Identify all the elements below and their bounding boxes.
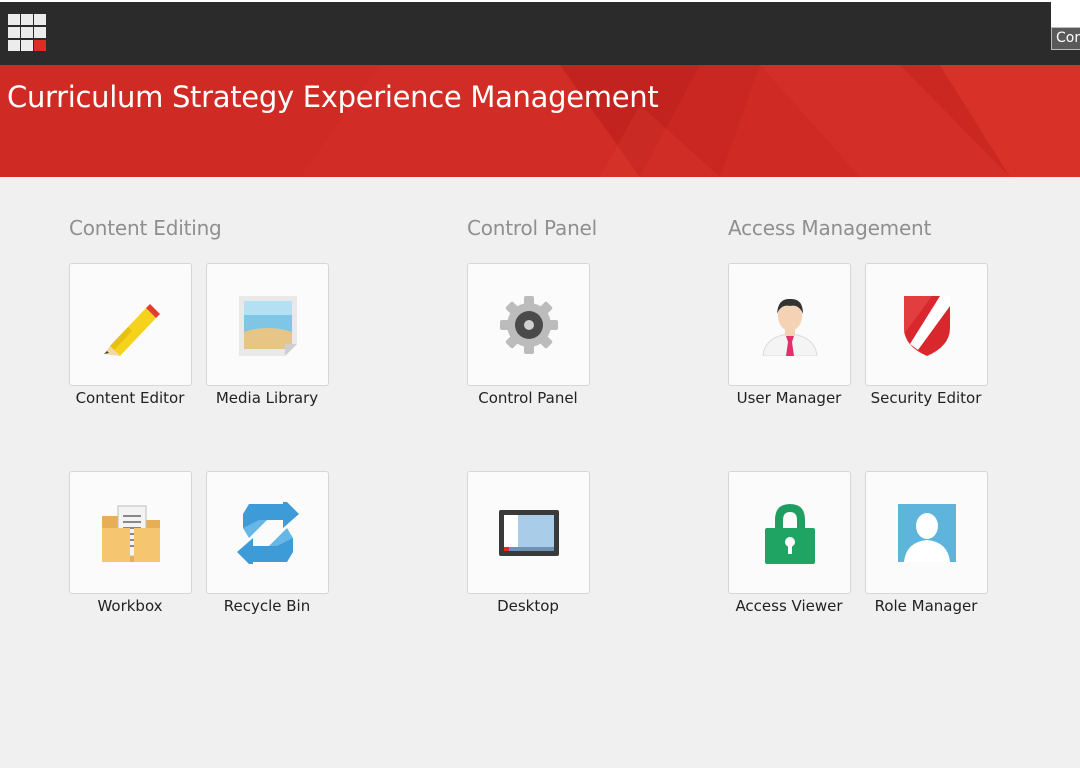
group-title-content-editing: Content Editing (69, 216, 222, 240)
security-editor-tile[interactable] (865, 263, 988, 386)
group-title-control-panel: Control Panel (467, 216, 598, 240)
content-editor-tile[interactable] (69, 263, 192, 386)
tooltip: Cor (1051, 27, 1080, 50)
desktop-tile[interactable] (467, 471, 590, 594)
workbox-tile[interactable] (69, 471, 192, 594)
workbox-label[interactable]: Workbox (50, 597, 210, 615)
user-icon (762, 298, 818, 356)
role-manager-tile[interactable] (865, 471, 988, 594)
folder-documents-icon (102, 505, 160, 562)
recycle-arrows-icon (237, 502, 299, 564)
content-editor-label[interactable]: Content Editor (50, 389, 210, 407)
role-manager-label[interactable]: Role Manager (846, 597, 1006, 615)
tooltip-backdrop (1051, 0, 1080, 27)
media-library-label[interactable]: Media Library (187, 389, 347, 407)
user-silhouette-icon (898, 504, 956, 562)
grid-menu-icon[interactable] (6, 14, 48, 54)
media-library-tile[interactable] (206, 263, 329, 386)
control-panel-label[interactable]: Control Panel (448, 389, 608, 407)
group-title-access-management: Access Management (728, 216, 932, 240)
shield-icon (904, 296, 950, 356)
desktop-label[interactable]: Desktop (448, 597, 608, 615)
recycle-bin-label[interactable]: Recycle Bin (187, 597, 347, 615)
user-manager-label[interactable]: User Manager (709, 389, 869, 407)
monitor-icon (499, 510, 559, 556)
padlock-icon (765, 504, 815, 564)
gear-icon (500, 296, 558, 354)
user-manager-tile[interactable] (728, 263, 851, 386)
access-viewer-tile[interactable] (728, 471, 851, 594)
top-bar (0, 0, 1080, 65)
control-panel-tile[interactable] (467, 263, 590, 386)
image-icon (239, 296, 297, 356)
pencil-icon (104, 304, 160, 356)
security-editor-label[interactable]: Security Editor (846, 389, 1006, 407)
page-title: Curriculum Strategy Experience Managemen… (7, 80, 659, 114)
access-viewer-label[interactable]: Access Viewer (709, 597, 869, 615)
header-banner: Curriculum Strategy Experience Managemen… (0, 65, 1080, 177)
recycle-bin-tile[interactable] (206, 471, 329, 594)
